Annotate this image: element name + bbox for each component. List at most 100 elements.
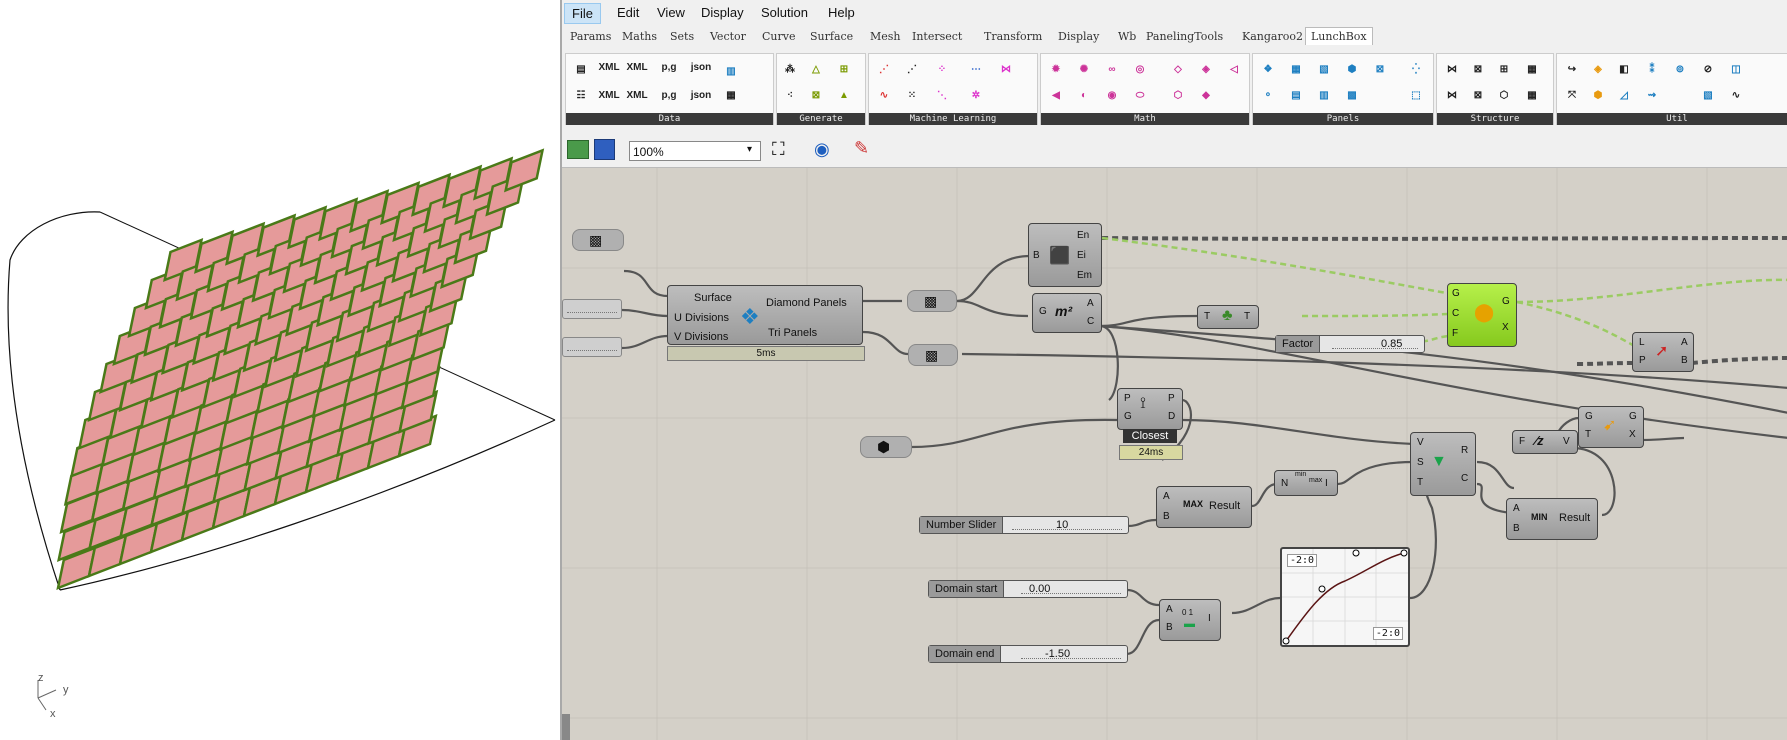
u-slider-stub[interactable] — [562, 299, 622, 319]
output-b[interactable]: B — [1681, 355, 1688, 366]
ml-2-icon[interactable]: ⋰ — [901, 58, 923, 80]
ml-8-icon[interactable]: ⋱ — [931, 84, 953, 106]
rhino-viewport[interactable]: z y x — [0, 0, 560, 740]
util13-icon[interactable]: ∿ — [1725, 84, 1747, 106]
input-g[interactable]: G — [1452, 288, 1460, 299]
input-p[interactable]: P — [1639, 355, 1646, 366]
graph-mapper[interactable]: -2:0 -2:0 — [1280, 547, 1410, 647]
panel-x-icon[interactable]: ⊠ — [1369, 58, 1391, 80]
database-icon[interactable]: ▤ — [570, 58, 592, 80]
output-ei[interactable]: Ei — [1077, 250, 1086, 261]
tab-curve[interactable]: Curve — [762, 30, 795, 43]
output-en[interactable]: En — [1077, 230, 1089, 241]
tab-wb[interactable]: Wb — [1118, 30, 1136, 43]
output-g[interactable]: G — [1502, 296, 1510, 307]
output-t[interactable]: T — [1244, 311, 1250, 322]
panels-param-1[interactable]: ▩ — [907, 290, 957, 312]
panels-param-2[interactable]: ▩ — [908, 344, 958, 366]
input-n[interactable]: N — [1281, 478, 1288, 489]
cone-icon[interactable]: ◁ — [1223, 58, 1245, 80]
json-out-icon[interactable]: json — [690, 84, 712, 106]
ml-5-icon[interactable]: ⋈ — [995, 58, 1017, 80]
cube-icon[interactable]: ◇ — [1167, 58, 1189, 80]
util5-icon[interactable]: ⊚ — [1669, 58, 1691, 80]
tab-intersect[interactable]: Intersect — [912, 30, 962, 43]
domain-start-value[interactable]: 0.00 — [1029, 581, 1050, 597]
kangaroo-node[interactable]: G C F ⬤ G X — [1447, 283, 1517, 347]
output-x[interactable]: X — [1629, 429, 1636, 440]
table-icon[interactable]: ☷ — [570, 84, 592, 106]
tri2-icon[interactable]: ▲ — [833, 84, 855, 106]
grasshopper-canvas[interactable]: ▩ Surface U Divisions V Divisions ❖ Diam… — [562, 168, 1787, 740]
util7-icon[interactable]: ◫ — [1725, 58, 1747, 80]
tab-surface[interactable]: Surface — [810, 30, 853, 43]
panel-dots-icon[interactable]: ⁛ — [1405, 58, 1427, 80]
tab-panelingtools[interactable]: PanelingTools — [1146, 30, 1223, 43]
number-slider[interactable]: Number Slider 10 — [919, 516, 1129, 534]
scatter-icon[interactable]: ⁂ — [779, 58, 801, 80]
number-slider-value[interactable]: 10 — [1056, 517, 1068, 533]
min-node[interactable]: A B MIN Result — [1506, 498, 1598, 540]
shape2-icon[interactable]: ◐ — [1073, 84, 1095, 106]
tab-transform[interactable]: Transform — [984, 30, 1042, 43]
panel-frame-icon[interactable]: ⬚ — [1405, 84, 1427, 106]
input-t[interactable]: T — [1417, 477, 1423, 488]
input-l[interactable]: L — [1639, 337, 1645, 348]
panel-grid-icon[interactable]: ▦ — [1285, 58, 1307, 80]
domain-start-slider[interactable]: Domain start 0.00 — [928, 580, 1128, 598]
util3-icon[interactable]: ◧ — [1613, 58, 1635, 80]
shape5-icon[interactable]: ⬡ — [1167, 84, 1189, 106]
area-node[interactable]: G m² A C — [1032, 293, 1102, 333]
point-param[interactable]: ⬢ — [860, 436, 912, 458]
output-r[interactable]: R — [1461, 445, 1468, 456]
open-file-icon[interactable] — [567, 140, 589, 159]
shape4-icon[interactable]: ⬭ — [1129, 84, 1151, 106]
domain-end-slider[interactable]: Domain end -1.50 — [928, 645, 1128, 663]
tab-params[interactable]: Params — [570, 30, 611, 43]
panel-grid2-icon[interactable]: ▤ — [1285, 84, 1307, 106]
output-c[interactable]: C — [1461, 473, 1468, 484]
input-t[interactable]: T — [1585, 429, 1591, 440]
closest-node[interactable]: P G ⟟ P D — [1117, 388, 1183, 430]
shape1-icon[interactable]: ◀ — [1045, 84, 1067, 106]
output-result[interactable]: Result — [1209, 500, 1240, 512]
tab-display[interactable]: Display — [1058, 30, 1099, 43]
domain-end-value[interactable]: -1.50 — [1045, 646, 1070, 662]
output-x[interactable]: X — [1502, 322, 1509, 333]
ml-4-icon[interactable]: ⋯ — [965, 58, 987, 80]
tab-sets[interactable]: Sets — [670, 30, 694, 43]
ml-1-icon[interactable]: ⋰ — [873, 58, 895, 80]
menu-file[interactable]: File — [564, 3, 601, 24]
panel-diag-icon[interactable]: ▧ — [1313, 58, 1335, 80]
input-a[interactable]: A — [1513, 503, 1520, 514]
util9-icon[interactable]: ⬢ — [1587, 84, 1609, 106]
input-g[interactable]: G — [1124, 411, 1132, 422]
input-g[interactable]: G — [1039, 306, 1047, 317]
fv-node[interactable]: F ∕z V — [1512, 430, 1578, 454]
shape3-icon[interactable]: ◉ — [1101, 84, 1123, 106]
output-p[interactable]: P — [1168, 393, 1175, 404]
tab-kangaroo2[interactable]: Kangaroo2 — [1242, 30, 1303, 43]
ml-7-icon[interactable]: ⁙ — [901, 84, 923, 106]
truss4-icon[interactable]: ▦ — [1521, 58, 1543, 80]
input-surface[interactable]: Surface — [694, 292, 732, 304]
input-b[interactable]: B — [1163, 511, 1170, 522]
input-s[interactable]: S — [1417, 457, 1424, 468]
util10-icon[interactable]: ◿ — [1613, 84, 1635, 106]
tab-lunchbox[interactable]: LunchBox — [1305, 27, 1373, 45]
input-b[interactable]: B — [1513, 523, 1520, 534]
save-file-icon[interactable] — [594, 139, 615, 160]
scroll-marker[interactable] — [562, 714, 570, 740]
util2-icon[interactable]: ◈ — [1587, 58, 1609, 80]
knot-icon[interactable]: ∞ — [1101, 58, 1123, 80]
input-u-divisions[interactable]: U Divisions — [674, 312, 729, 324]
gt-node[interactable]: G T ➹ G X — [1578, 406, 1644, 448]
grid-icon[interactable]: ▦ — [720, 84, 742, 106]
bar-chart-icon[interactable]: ▥ — [720, 60, 742, 82]
nodes-icon[interactable]: ⁖ — [779, 84, 801, 106]
hash-icon[interactable]: ⊞ — [833, 58, 855, 80]
pg-icon[interactable]: p,g — [658, 56, 680, 78]
util11-icon[interactable]: ⇝ — [1641, 84, 1663, 106]
triangle-icon[interactable]: △ — [805, 58, 827, 80]
output-result[interactable]: Result — [1559, 512, 1590, 524]
